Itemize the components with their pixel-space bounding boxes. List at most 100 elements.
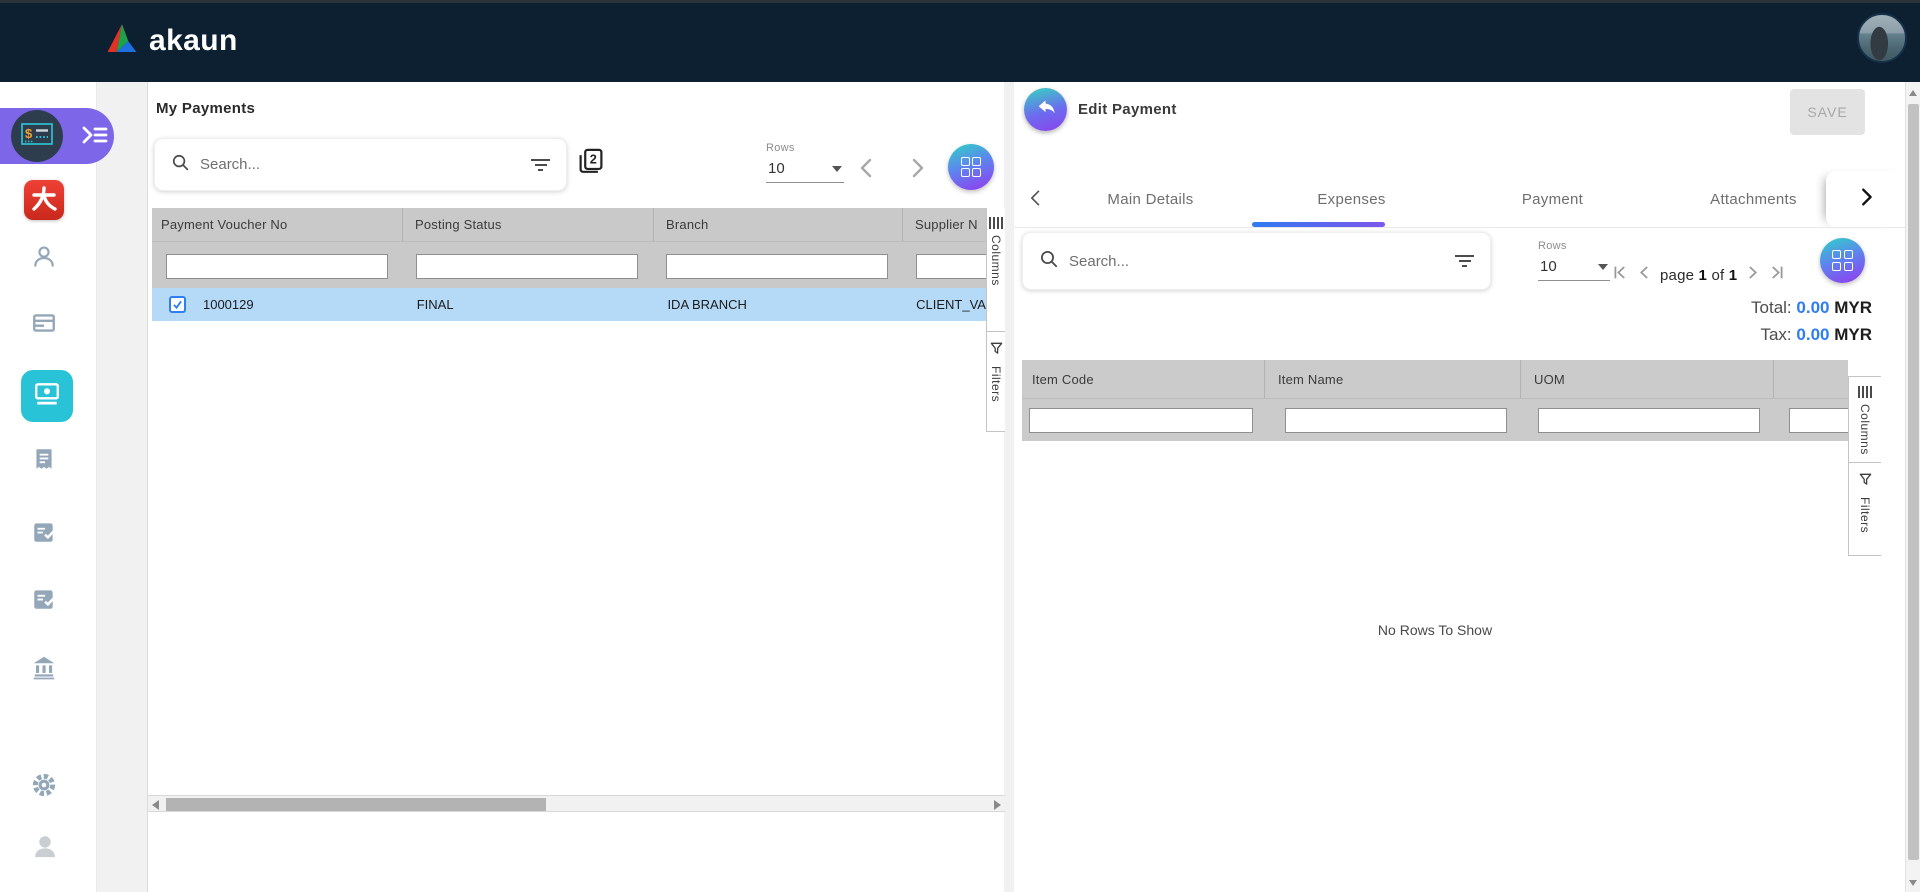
search-input[interactable] <box>200 156 521 173</box>
vertical-scrollbar[interactable] <box>1905 82 1920 892</box>
column-header[interactable]: UOM <box>1521 360 1774 398</box>
next-page-button[interactable] <box>905 156 929 185</box>
filter-input-extra[interactable] <box>1789 408 1848 433</box>
previous-page-button[interactable] <box>1636 264 1653 286</box>
active-module-circle[interactable]: $ <box>11 110 63 162</box>
sidebar-item-approval-2[interactable] <box>31 586 59 614</box>
last-page-button[interactable] <box>1768 264 1785 286</box>
filter-icon[interactable] <box>531 159 550 171</box>
tabs-scroll-right-button[interactable] <box>1826 171 1905 227</box>
window-top-edge <box>0 0 1920 3</box>
filters-tool-tab[interactable]: Filters <box>987 332 1005 432</box>
sidebar-item-receipts[interactable] <box>31 446 59 474</box>
next-page-button[interactable] <box>1744 264 1761 286</box>
filter-input-posting-status[interactable] <box>416 254 638 279</box>
search-icon <box>171 153 190 177</box>
brand-name: akaun <box>149 24 238 58</box>
filter-input-item-code[interactable] <box>1029 408 1253 433</box>
topbar: akaun <box>0 0 1920 82</box>
layers-icon[interactable]: 2 <box>576 146 606 183</box>
doc-check-icon <box>31 599 57 616</box>
menu-open-icon[interactable] <box>82 124 108 148</box>
filter-input-item-name[interactable] <box>1285 408 1507 433</box>
user-avatar[interactable] <box>1857 13 1907 63</box>
previous-page-button[interactable] <box>855 156 879 185</box>
column-header[interactable]: Payment Voucher No <box>152 208 403 241</box>
sidebar-item-bank[interactable] <box>31 654 59 682</box>
sidebar-item-profile[interactable] <box>31 832 59 860</box>
column-header[interactable]: Item Code <box>1022 360 1265 398</box>
tabs-divider <box>1014 227 1905 228</box>
person-icon <box>31 257 57 274</box>
row-checkbox[interactable] <box>169 296 186 313</box>
my-payments-panel: My Payments 2 Rows 10 <box>147 82 1004 892</box>
filter-input-branch[interactable] <box>666 254 888 279</box>
total-amount: 0.00 <box>1796 298 1829 317</box>
rows-per-page-select[interactable]: Rows 10 <box>1538 240 1610 281</box>
filter-input-supplier[interactable] <box>916 254 986 279</box>
svg-text:2: 2 <box>590 153 597 167</box>
rows-per-page-select[interactable]: Rows 10 <box>766 142 844 183</box>
total-label: Total: <box>1751 298 1792 317</box>
sidebar-item-settings[interactable] <box>31 772 59 800</box>
scroll-right-arrow[interactable] <box>994 800 1001 810</box>
table-filter-row <box>1022 398 1848 441</box>
column-header[interactable]: Item Name <box>1265 360 1521 398</box>
tab-main-details[interactable]: Main Details <box>1050 171 1251 227</box>
receipt-icon <box>31 459 57 476</box>
columns-icon <box>1858 386 1872 398</box>
sidebar-item-payments-active[interactable] <box>21 370 73 422</box>
sidebar-item-card[interactable] <box>31 310 59 338</box>
sidebar-item-contacts[interactable] <box>31 244 59 272</box>
sidebar-module-pill[interactable]: $ <box>0 108 114 164</box>
chevron-right-icon <box>1855 186 1877 213</box>
total-line: Total: 0.00 MYR <box>1574 294 1872 321</box>
chevron-down-icon <box>1598 264 1608 270</box>
tab-expenses[interactable]: Expenses <box>1251 171 1452 227</box>
current-page: 1 <box>1699 267 1708 284</box>
gear-icon <box>31 785 57 802</box>
payments-table: Payment Voucher No Posting Status Branch… <box>152 208 986 795</box>
column-header[interactable]: Posting Status <box>403 208 654 241</box>
filter-input-voucher[interactable] <box>166 254 388 279</box>
payment-icon <box>33 380 61 413</box>
back-button[interactable] <box>1024 88 1067 131</box>
table-row[interactable]: 1000129 FINAL IDA BRANCH CLIENT_VA <box>152 288 986 321</box>
edit-payment-panel: Edit Payment SAVE Main Details Expenses … <box>1014 82 1905 892</box>
currency: MYR <box>1834 298 1872 317</box>
columns-tool-tab[interactable]: Columns <box>987 208 1005 332</box>
scroll-up-arrow[interactable] <box>1909 90 1917 96</box>
sidebar-item-approval-1[interactable] <box>31 519 59 547</box>
scrollbar-thumb[interactable] <box>1908 104 1919 860</box>
save-button[interactable]: SAVE <box>1790 89 1865 135</box>
bank-icon <box>31 667 57 684</box>
column-header[interactable]: Supplier N <box>903 208 986 241</box>
grid-view-button[interactable] <box>1820 238 1865 283</box>
tab-payment[interactable]: Payment <box>1452 171 1653 227</box>
tabs-scroll-left-icon[interactable] <box>1026 188 1046 213</box>
chevron-down-icon <box>832 166 842 172</box>
filters-tool-tab[interactable]: Filters <box>1849 463 1881 556</box>
column-header[interactable] <box>1774 360 1848 398</box>
funnel-icon <box>1858 472 1873 491</box>
app-logo: akaun <box>104 0 238 82</box>
first-page-button[interactable] <box>1612 264 1629 286</box>
table-header-row: Item Code Item Name UOM <box>1022 360 1848 398</box>
scroll-left-arrow[interactable] <box>152 800 159 810</box>
sidebar-item-da-app[interactable] <box>24 180 64 220</box>
column-header[interactable]: Branch <box>654 208 903 241</box>
filter-input-uom[interactable] <box>1538 408 1760 433</box>
filter-icon[interactable] <box>1455 255 1474 267</box>
columns-tool-tab[interactable]: Columns <box>1849 377 1881 463</box>
search-input[interactable] <box>1069 253 1445 270</box>
scroll-down-arrow[interactable] <box>1909 880 1917 886</box>
scrollbar-thumb[interactable] <box>166 798 546 811</box>
tax-amount: 0.00 <box>1796 325 1829 344</box>
columns-icon <box>989 217 1003 229</box>
akaun-triangle-logo-icon <box>104 22 140 60</box>
tab-attachments[interactable]: Attachments <box>1653 171 1854 227</box>
pagination: page 1 of 1 <box>1612 264 1785 286</box>
rows-label: Rows <box>1538 240 1610 252</box>
horizontal-scrollbar[interactable] <box>148 795 1005 812</box>
grid-view-button[interactable] <box>948 144 994 190</box>
